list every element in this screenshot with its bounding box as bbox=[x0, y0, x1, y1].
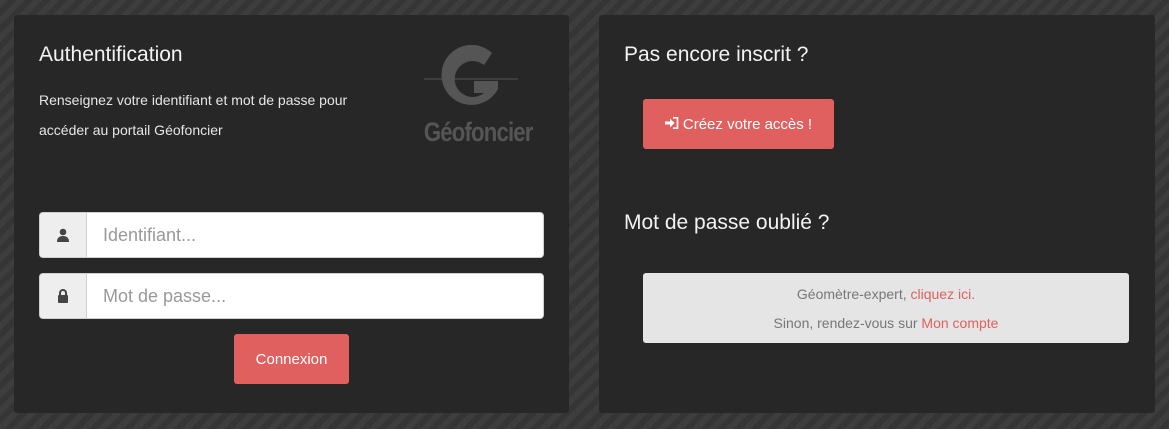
lock-icon bbox=[40, 274, 87, 318]
password-field bbox=[39, 273, 544, 319]
login-panel: Authentification Renseignez votre identi… bbox=[14, 15, 569, 413]
register-title: Pas encore inscrit ? bbox=[624, 43, 809, 66]
logo-text: Géofoncier bbox=[423, 117, 533, 147]
forgot-password-title: Mot de passe oublié ? bbox=[624, 211, 830, 234]
login-title: Authentification bbox=[39, 43, 183, 66]
login-button-label: Connexion bbox=[255, 350, 328, 368]
username-field bbox=[39, 212, 544, 258]
password-input[interactable] bbox=[87, 274, 543, 318]
expert-link[interactable]: cliquez ici. bbox=[911, 286, 976, 302]
create-access-button[interactable]: Créez votre accès ! bbox=[643, 99, 834, 149]
account-line: Sinon, rendez-vous sur Mon compte bbox=[643, 314, 1129, 332]
user-icon bbox=[40, 213, 87, 257]
my-account-link[interactable]: Mon compte bbox=[921, 315, 998, 331]
geofoncier-logo: Géofoncier bbox=[414, 43, 533, 153]
expert-line: Géomètre-expert, cliquez ici. bbox=[643, 285, 1129, 303]
geofoncier-logo-mark bbox=[424, 44, 518, 105]
create-access-label: Créez votre accès ! bbox=[682, 115, 813, 133]
login-button[interactable]: Connexion bbox=[234, 334, 349, 384]
forgot-password-box: Géomètre-expert, cliquez ici. Sinon, ren… bbox=[643, 273, 1129, 343]
sign-in-icon bbox=[664, 116, 679, 133]
register-panel: Pas encore inscrit ? Créez votre accès !… bbox=[599, 15, 1155, 413]
login-description: Renseignez votre identifiant et mot de p… bbox=[39, 92, 348, 138]
username-input[interactable] bbox=[87, 213, 543, 257]
expert-text: Géomètre-expert, bbox=[796, 286, 911, 302]
account-text: Sinon, rendez-vous sur bbox=[773, 315, 922, 331]
